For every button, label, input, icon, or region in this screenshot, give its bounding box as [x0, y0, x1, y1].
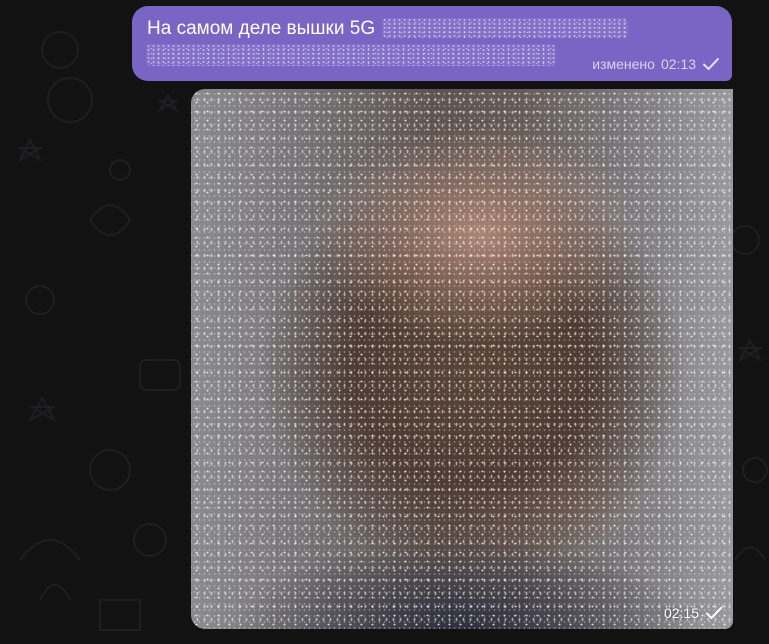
spoiler-text[interactable] [146, 44, 556, 66]
message-text: На самом деле вышки 5G [147, 18, 376, 39]
outgoing-text-message[interactable]: На самом деле вышки 5G изменено 02:13 [132, 6, 732, 81]
message-time: 02:13 [660, 56, 696, 72]
single-check-icon [706, 607, 722, 619]
message-meta: изменено 02:13 [592, 56, 720, 72]
chat-area: На самом деле вышки 5G изменено 02:13 02… [0, 0, 769, 644]
photo-time: 02:15 [663, 605, 699, 621]
spoiler-photo-overlay[interactable] [191, 89, 733, 629]
edited-label: изменено [592, 56, 655, 72]
outgoing-photo-message[interactable]: 02:15 [191, 89, 733, 629]
single-check-icon [703, 58, 719, 70]
photo-meta: 02:15 [664, 605, 723, 621]
spoiler-text[interactable] [382, 18, 628, 38]
